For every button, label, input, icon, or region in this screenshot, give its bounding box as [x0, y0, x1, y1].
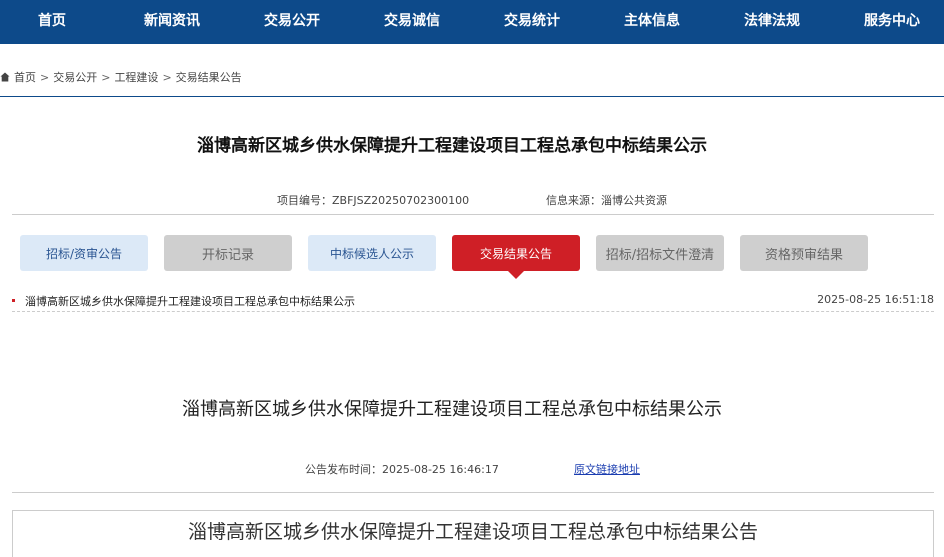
publish-time: 公告发布时间：2025-08-25 16:46:17 [305, 463, 499, 476]
nav-item-news[interactable]: 新闻资讯 [134, 0, 210, 44]
tab-bid-opening-record[interactable]: 开标记录 [164, 235, 292, 271]
tab-winning-candidates[interactable]: 中标候选人公示 [308, 235, 436, 271]
breadcrumb-trade-public[interactable]: 交易公开 [53, 69, 97, 85]
breadcrumb-home[interactable]: 首页 [14, 69, 36, 85]
document-title: 淄博高新区城乡供水保障提升工程建设项目工程总承包中标结果公告 [187, 521, 758, 543]
nav-item-trade-credit[interactable]: 交易诚信 [374, 0, 450, 44]
tab-prequalification-result[interactable]: 资格预审结果 [740, 235, 868, 271]
nav-item-trade-stats[interactable]: 交易统计 [494, 0, 570, 44]
tab-trade-result[interactable]: 交易结果公告 [452, 235, 580, 279]
original-link[interactable]: 原文链接地址 [574, 461, 640, 477]
list-item-date: 2025-08-25 16:51:18 [817, 293, 934, 306]
nav-item-service[interactable]: 服务中心 [854, 0, 930, 44]
nav-item-entity-info[interactable]: 主体信息 [614, 0, 690, 44]
project-number: 项目编号：ZBFJSZ20250702300100 [277, 194, 470, 207]
meta-divider [12, 214, 934, 215]
top-nav: 首页 新闻资讯 交易公开 交易诚信 交易统计 主体信息 法律法规 服务中心 [0, 0, 944, 44]
breadcrumb-divider [0, 96, 944, 97]
breadcrumb-engineering[interactable]: 工程建设 [114, 69, 158, 85]
list-item-title[interactable]: 淄博高新区城乡供水保障提升工程建设项目工程总承包中标结果公示 [25, 293, 355, 309]
bullet-icon [12, 299, 15, 302]
nav-item-home[interactable]: 首页 [22, 0, 82, 44]
tab-tender-clarification[interactable]: 招标/招标文件澄清 [596, 235, 724, 271]
breadcrumb: 首页 > 交易公开 > 工程建设 > 交易结果公告 [0, 68, 242, 86]
breadcrumb-separator: > [162, 70, 172, 84]
article-divider [12, 492, 934, 493]
tab-tender-announcement[interactable]: 招标/资审公告 [20, 235, 148, 271]
breadcrumb-separator: > [40, 70, 50, 84]
home-icon [0, 72, 10, 82]
document-frame: 淄博高新区城乡供水保障提升工程建设项目工程总承包中标结果公告 [12, 510, 934, 557]
breadcrumb-separator: > [101, 70, 111, 84]
list-item: 淄博高新区城乡供水保障提升工程建设项目工程总承包中标结果公示 2025-08-2… [12, 290, 934, 312]
nav-item-trade-public[interactable]: 交易公开 [254, 0, 330, 44]
nav-item-laws[interactable]: 法律法规 [734, 0, 810, 44]
breadcrumb-current[interactable]: 交易结果公告 [176, 69, 242, 85]
page-title: 淄博高新区城乡供水保障提升工程建设项目工程总承包中标结果公示 [197, 136, 707, 156]
info-source: 信息来源：淄博公共资源 [546, 194, 667, 207]
article-title: 淄博高新区城乡供水保障提升工程建设项目工程总承包中标结果公示 [182, 399, 722, 420]
